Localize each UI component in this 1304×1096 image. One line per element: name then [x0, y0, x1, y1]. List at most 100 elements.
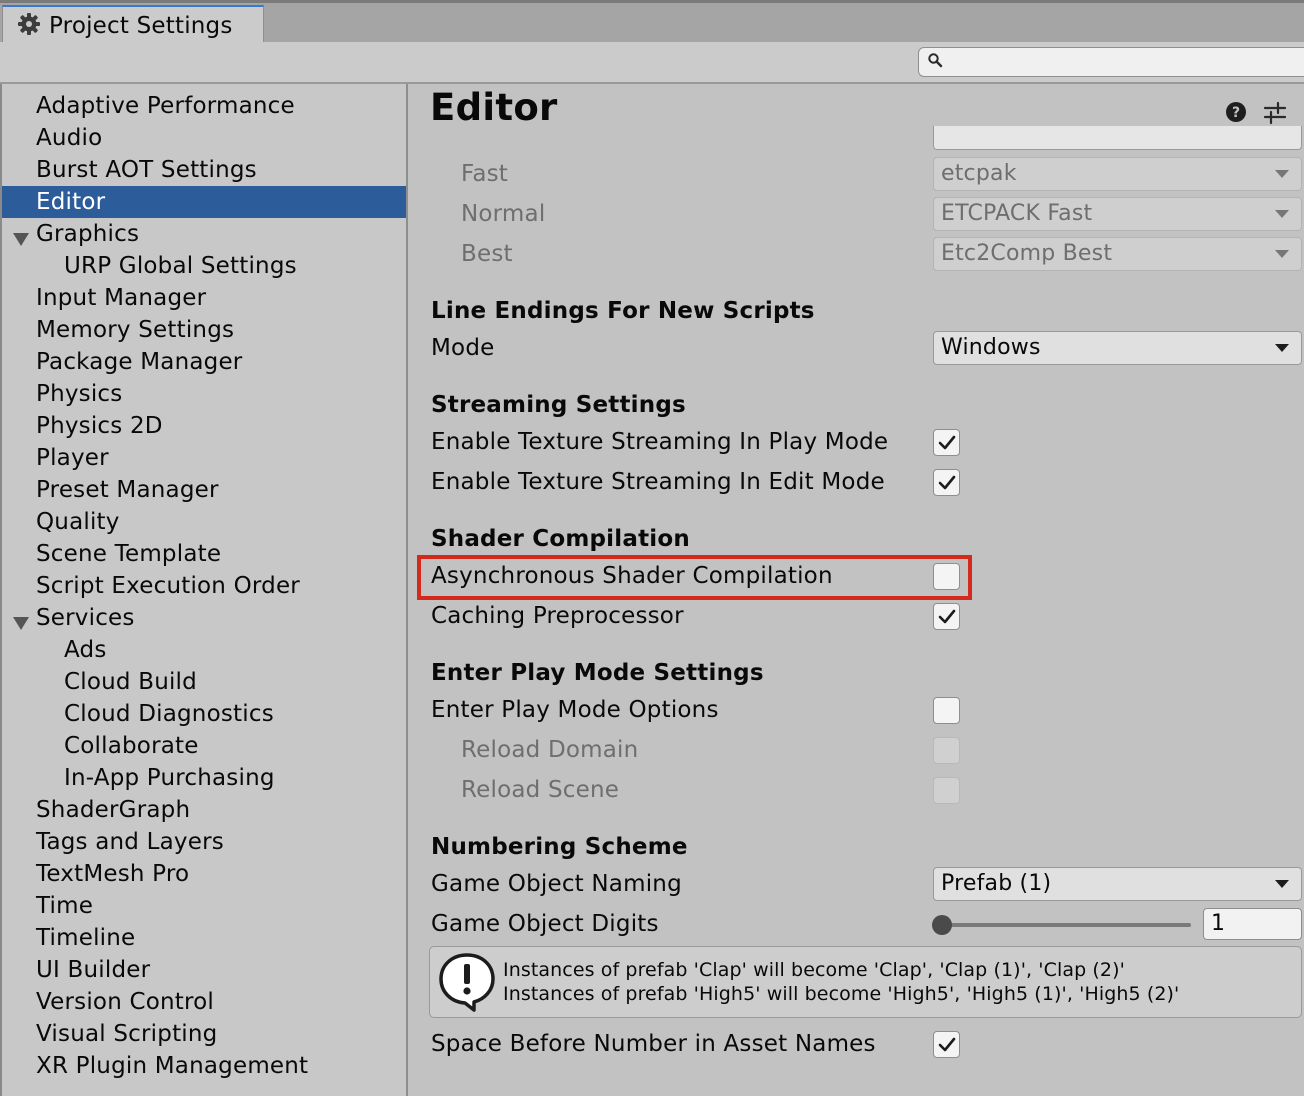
sidebar-item-in-app-purchasing[interactable]: In-App Purchasing: [2, 762, 406, 794]
numbering-info-box: Instances of prefab 'Clap' will become '…: [429, 946, 1302, 1018]
sidebar-item-label: Cloud Build: [64, 669, 197, 695]
sidebar-item-urp-global-settings[interactable]: URP Global Settings: [2, 250, 406, 282]
sidebar-item-ui-builder[interactable]: UI Builder: [2, 954, 406, 986]
sidebar-item-memory-settings[interactable]: Memory Settings: [2, 314, 406, 346]
texture-streaming-edit-mode-row: Enable Texture Streaming In Edit Mode: [410, 464, 1304, 500]
sidebar-item-editor[interactable]: Editor: [2, 186, 406, 218]
sidebar-item-timeline[interactable]: Timeline: [2, 922, 406, 954]
sidebar-item-script-execution-order[interactable]: Script Execution Order: [2, 570, 406, 602]
texture-streaming-edit-mode-label: Enable Texture Streaming In Edit Mode: [431, 469, 885, 495]
sidebar-item-version-control[interactable]: Version Control: [2, 986, 406, 1018]
enter-play-mode-header: Enter Play Mode Settings: [431, 660, 764, 686]
sidebar-item-physics[interactable]: Physics: [2, 378, 406, 410]
reload-domain-checkbox[interactable]: [933, 737, 960, 764]
streaming-settings-header: Streaming Settings: [431, 392, 686, 418]
line-endings-header-row: Line Endings For New Scripts: [410, 293, 1304, 329]
texture-streaming-play-mode-row: Enable Texture Streaming In Play Mode: [410, 424, 1304, 460]
checkmark-icon: [938, 435, 955, 449]
sidebar-item-player[interactable]: Player: [2, 442, 406, 474]
sidebar-item-label: Tags and Layers: [36, 829, 224, 855]
normal-compressor-dropdown[interactable]: ETCPACK Fast: [933, 197, 1302, 231]
sidebar-item-time[interactable]: Time: [2, 890, 406, 922]
sidebar-item-visual-scripting[interactable]: Visual Scripting: [2, 1018, 406, 1050]
sidebar-item-shadergraph[interactable]: ShaderGraph: [2, 794, 406, 826]
sidebar-item-burst-aot-settings[interactable]: Burst AOT Settings: [2, 154, 406, 186]
enter-play-mode-options-row: Enter Play Mode Options: [410, 692, 1304, 728]
digits-slider-track[interactable]: [943, 923, 1191, 927]
space-before-number-checkbox[interactable]: [933, 1031, 960, 1058]
dropdown-value: Prefab (1): [941, 871, 1052, 896]
sidebar-item-services[interactable]: Services: [2, 602, 406, 634]
editor-settings-panel: Editor ? Fast etcpak Normal ETCPACK Fast…: [410, 84, 1304, 1096]
sidebar-item-adaptive-performance[interactable]: Adaptive Performance: [2, 90, 406, 122]
toolbar: [0, 42, 1304, 84]
game-object-digits-row: Game Object Digits 1: [410, 906, 1304, 942]
gear-icon: [17, 12, 41, 40]
sidebar-item-label: Visual Scripting: [36, 1021, 218, 1047]
fast-label: Fast: [461, 161, 509, 187]
sidebar-item-cloud-build[interactable]: Cloud Build: [2, 666, 406, 698]
shader-compilation-header: Shader Compilation: [431, 526, 690, 552]
dropdown-value: Windows: [941, 335, 1041, 360]
enter-play-mode-options-checkbox[interactable]: [933, 697, 960, 724]
digits-number-field[interactable]: 1: [1203, 908, 1302, 940]
caching-preprocessor-checkbox[interactable]: [933, 603, 960, 630]
sidebar-item-label: URP Global Settings: [64, 253, 297, 279]
line-endings-mode-row: Mode Windows: [410, 330, 1304, 366]
sidebar-item-label: Adaptive Performance: [36, 93, 295, 119]
line-endings-mode-dropdown[interactable]: Windows: [933, 331, 1302, 365]
warning-icon: [436, 951, 498, 1017]
sidebar-item-quality[interactable]: Quality: [2, 506, 406, 538]
sidebar-item-collaborate[interactable]: Collaborate: [2, 730, 406, 762]
texture-streaming-edit-mode-checkbox[interactable]: [933, 469, 960, 496]
chevron-down-icon: [1275, 344, 1289, 352]
sidebar-item-textmesh-pro[interactable]: TextMesh Pro: [2, 858, 406, 890]
sidebar-item-label: Physics: [36, 381, 123, 407]
page-title: Editor: [430, 86, 558, 129]
shader-compilation-header-row: Shader Compilation: [410, 521, 1304, 557]
texture-streaming-play-mode-checkbox[interactable]: [933, 429, 960, 456]
sidebar-item-xr-plugin-management[interactable]: XR Plugin Management: [2, 1050, 406, 1082]
checkmark-icon: [938, 609, 955, 623]
sidebar-item-input-manager[interactable]: Input Manager: [2, 282, 406, 314]
caching-preprocessor-row: Caching Preprocessor: [410, 598, 1304, 634]
help-icon[interactable]: ?: [1225, 101, 1247, 127]
compression-fast-row: Fast etcpak: [410, 156, 1304, 192]
reload-scene-checkbox[interactable]: [933, 777, 960, 804]
sidebar-item-cloud-diagnostics[interactable]: Cloud Diagnostics: [2, 698, 406, 730]
game-object-naming-dropdown[interactable]: Prefab (1): [933, 867, 1302, 901]
dropdown-value: Etc2Comp Best: [941, 241, 1113, 266]
sidebar-item-scene-template[interactable]: Scene Template: [2, 538, 406, 570]
tab-strip: Project Settings: [0, 0, 1304, 45]
tab-project-settings[interactable]: Project Settings: [2, 5, 264, 45]
sidebar-item-label: Preset Manager: [36, 477, 219, 503]
info-text: Instances of prefab 'Clap' will become '…: [503, 958, 1179, 1006]
sidebar-item-audio[interactable]: Audio: [2, 122, 406, 154]
sidebar-item-package-manager[interactable]: Package Manager: [2, 346, 406, 378]
highlight-box: [417, 555, 972, 600]
settings-sidebar: Adaptive Performance Audio Burst AOT Set…: [0, 84, 408, 1096]
space-before-number-label: Space Before Number in Asset Names: [431, 1031, 876, 1057]
mode-label: Mode: [431, 335, 495, 361]
scrolled-dropdown-partial[interactable]: [933, 126, 1302, 150]
settings-category-list: Adaptive Performance Audio Burst AOT Set…: [2, 90, 406, 1082]
sidebar-item-label: Input Manager: [36, 285, 207, 311]
info-line-2: Instances of prefab 'High5' will become …: [503, 983, 1180, 1005]
normal-label: Normal: [461, 201, 546, 227]
sidebar-item-label: Burst AOT Settings: [36, 157, 257, 183]
caching-preprocessor-label: Caching Preprocessor: [431, 603, 684, 629]
search-field[interactable]: [918, 47, 1304, 77]
sidebar-item-graphics[interactable]: Graphics: [2, 218, 406, 250]
search-input[interactable]: [949, 50, 1304, 74]
game-object-naming-row: Game Object Naming Prefab (1): [410, 866, 1304, 902]
sidebar-item-tags-and-layers[interactable]: Tags and Layers: [2, 826, 406, 858]
chevron-down-icon: [1275, 170, 1289, 178]
best-compressor-dropdown[interactable]: Etc2Comp Best: [933, 237, 1302, 271]
fast-compressor-dropdown[interactable]: etcpak: [933, 157, 1302, 191]
sidebar-item-label: Graphics: [36, 221, 140, 247]
digits-slider-thumb[interactable]: [932, 915, 952, 935]
sidebar-item-label: In-App Purchasing: [64, 765, 275, 791]
sidebar-item-preset-manager[interactable]: Preset Manager: [2, 474, 406, 506]
sidebar-item-physics-2d[interactable]: Physics 2D: [2, 410, 406, 442]
sidebar-item-ads[interactable]: Ads: [2, 634, 406, 666]
